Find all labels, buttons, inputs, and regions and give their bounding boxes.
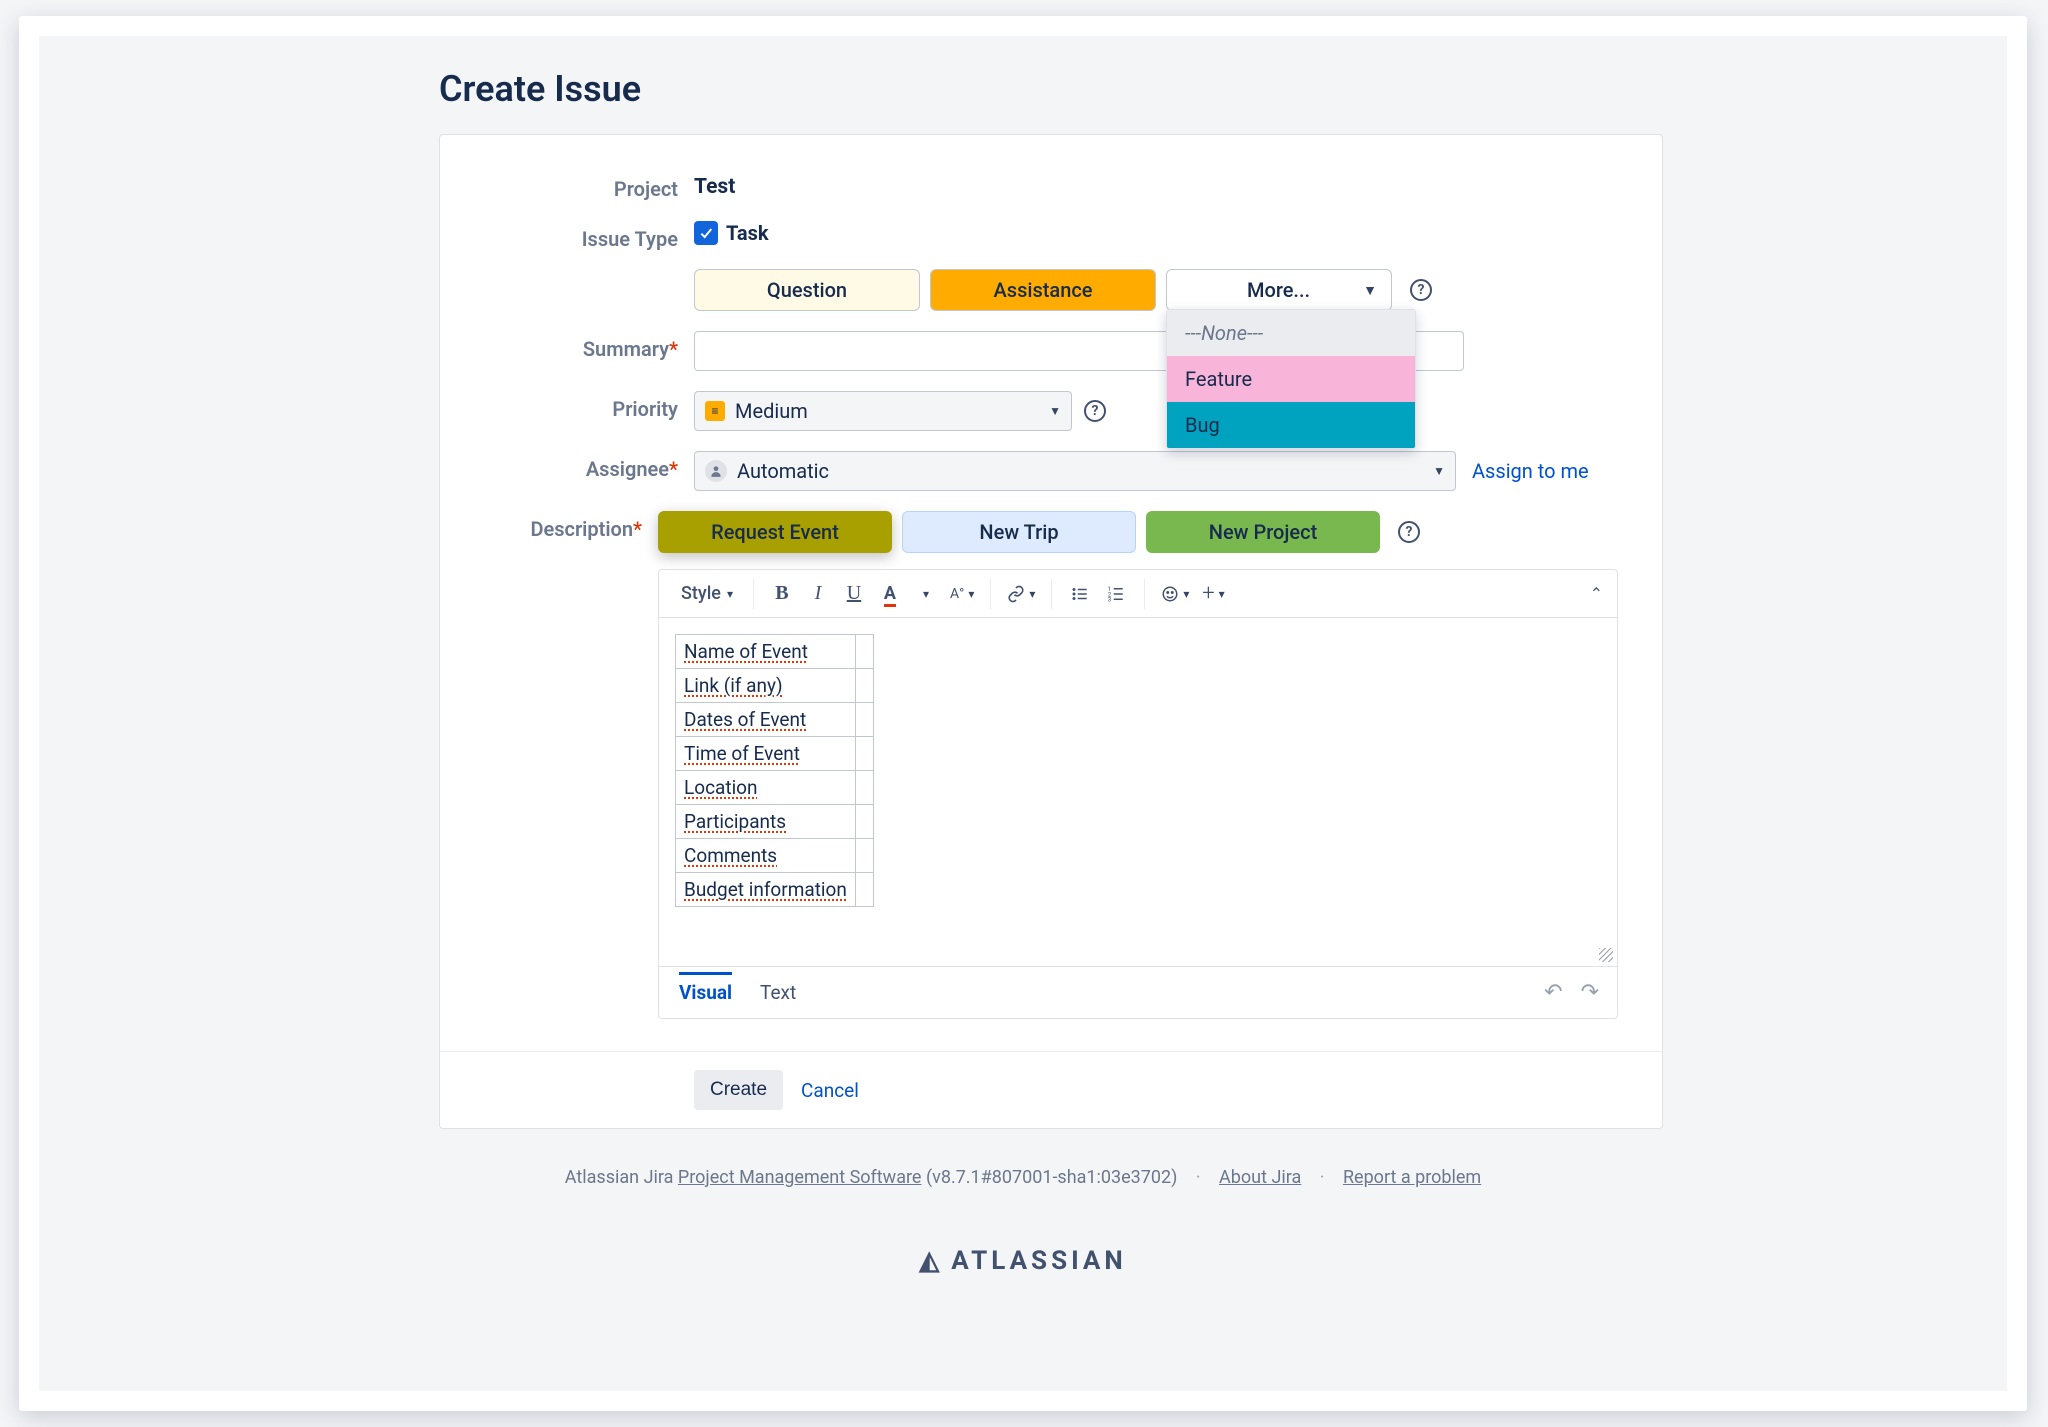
label-description: Description* — [484, 511, 658, 541]
insert-more-button[interactable]: +▾ — [1197, 578, 1229, 610]
assign-to-me-link[interactable]: Assign to me — [1472, 459, 1589, 483]
style-dropdown[interactable]: Style▾ — [673, 578, 741, 610]
task-type-icon — [694, 221, 718, 245]
table-cell[interactable]: Budget information — [684, 878, 847, 901]
create-issue-form: Project Test Issue Type Task Questi — [439, 134, 1663, 1129]
pill-question[interactable]: Question — [694, 269, 920, 311]
cancel-link[interactable]: Cancel — [801, 1079, 859, 1102]
emoji-button[interactable]: ▾ — [1157, 578, 1193, 610]
table-cell[interactable]: Comments — [684, 844, 777, 867]
pill-new-project[interactable]: New Project — [1146, 511, 1380, 553]
footer-pm-link[interactable]: Project Management Software — [678, 1167, 922, 1188]
bold-button[interactable]: B — [766, 578, 798, 610]
label-priority: Priority — [484, 391, 694, 421]
pill-new-trip[interactable]: New Trip — [902, 511, 1136, 553]
redo-icon[interactable]: ↷ — [1581, 980, 1599, 1005]
link-button[interactable]: ▾ — [1003, 578, 1039, 610]
priority-select[interactable]: ≡ Medium ▼ — [694, 391, 1072, 431]
chevron-down-icon: ▼ — [1363, 282, 1377, 299]
table-cell[interactable]: Location — [684, 776, 758, 799]
more-formatting-button[interactable]: A°▾ — [946, 578, 978, 610]
page-title: Create Issue — [439, 68, 2007, 110]
project-value: Test — [694, 171, 1618, 199]
label-issue-type: Issue Type — [484, 221, 694, 251]
footer-report-link[interactable]: Report a problem — [1343, 1167, 1481, 1188]
issue-type-value: Task — [726, 221, 769, 245]
assignee-select[interactable]: Automatic ▼ — [694, 451, 1456, 491]
editor-body[interactable]: Name of Event Link (if any) Dates of Eve… — [659, 618, 1617, 966]
assignee-value: Automatic — [737, 459, 829, 483]
footer-version: (v8.7.1#807001-sha1:03e3702) — [921, 1167, 1177, 1188]
pill-assistance[interactable]: Assistance — [930, 269, 1156, 311]
create-button[interactable]: Create — [694, 1070, 783, 1110]
priority-value: Medium — [735, 399, 808, 423]
text-color-button[interactable]: A — [874, 578, 906, 610]
pill-more-label: More... — [1247, 278, 1310, 302]
text-color-chevron[interactable]: ▾ — [910, 578, 942, 610]
undo-icon[interactable]: ↶ — [1544, 980, 1562, 1005]
help-icon[interactable]: ? — [1410, 279, 1432, 301]
label-summary: Summary* — [484, 331, 694, 361]
svg-text:3: 3 — [1108, 596, 1111, 603]
more-option-bug[interactable]: Bug — [1167, 402, 1415, 448]
more-dropdown-menu: ---None--- Feature Bug — [1166, 309, 1416, 449]
underline-button[interactable]: U — [838, 578, 870, 610]
resize-handle-icon[interactable] — [1599, 948, 1613, 962]
tab-text[interactable]: Text — [760, 975, 796, 1010]
table-cell[interactable]: Dates of Event — [684, 708, 806, 731]
user-avatar-icon — [705, 460, 727, 482]
editor-toolbar: Style▾ B I U A ▾ A°▾ ▾ — [659, 570, 1617, 618]
label-project: Project — [484, 171, 694, 201]
more-option-none[interactable]: ---None--- — [1167, 310, 1415, 356]
pill-more-dropdown[interactable]: More... ▼ — [1166, 269, 1392, 311]
atlassian-logo-icon: ◭ — [919, 1246, 943, 1276]
priority-medium-icon: ≡ — [705, 401, 725, 421]
label-assignee: Assignee* — [484, 451, 694, 481]
table-cell[interactable]: Name of Event — [684, 640, 808, 663]
chevron-down-icon: ▼ — [1433, 464, 1445, 478]
description-table[interactable]: Name of Event Link (if any) Dates of Eve… — [675, 634, 874, 907]
tab-visual[interactable]: Visual — [679, 972, 732, 1010]
table-cell[interactable]: Time of Event — [684, 742, 800, 765]
footer-about-link[interactable]: About Jira — [1219, 1167, 1301, 1188]
help-icon[interactable]: ? — [1398, 521, 1420, 543]
footer-prefix: Atlassian Jira — [565, 1167, 678, 1188]
collapse-toolbar-icon[interactable]: ⌃ — [1590, 584, 1603, 603]
chevron-down-icon: ▾ — [727, 587, 733, 601]
chevron-down-icon: ▼ — [1049, 404, 1061, 418]
bullet-list-button[interactable] — [1064, 578, 1096, 610]
atlassian-brand: ◭ ATLASSIAN — [39, 1246, 2007, 1276]
help-icon[interactable]: ? — [1084, 400, 1106, 422]
italic-button[interactable]: I — [802, 578, 834, 610]
pill-request-event[interactable]: Request Event — [658, 511, 892, 553]
numbered-list-button[interactable]: 123 — [1100, 578, 1132, 610]
site-footer: Atlassian Jira Project Management Softwa… — [39, 1167, 2007, 1276]
more-option-feature[interactable]: Feature — [1167, 356, 1415, 402]
table-cell[interactable]: Participants — [684, 810, 786, 833]
table-cell[interactable]: Link (if any) — [684, 674, 783, 697]
rich-text-editor: Style▾ B I U A ▾ A°▾ ▾ — [658, 569, 1618, 1019]
